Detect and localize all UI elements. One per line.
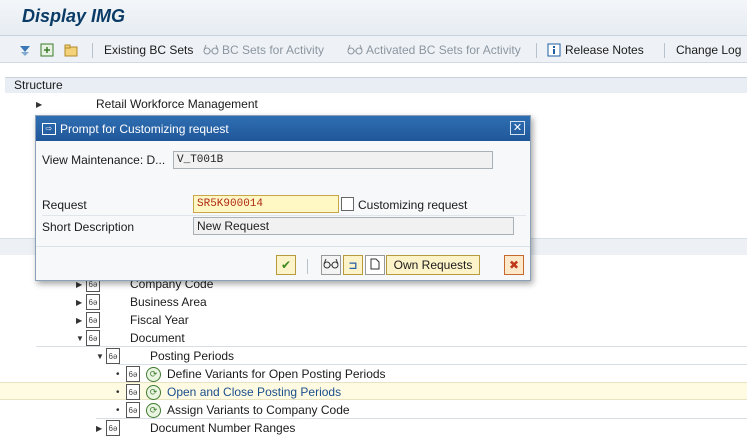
- existing-bc-sets-label: Existing BC Sets: [104, 43, 194, 57]
- save-icon: ⊐: [348, 259, 358, 272]
- expand-arrow-icon: ▶: [96, 423, 103, 433]
- expand-arrow-icon: ▶: [36, 99, 43, 109]
- expand-arrow-icon: ▶: [76, 297, 83, 307]
- execute-clock-icon[interactable]: ⟳: [146, 384, 161, 400]
- node-document-icon: 6ə: [126, 384, 140, 400]
- tree-node-label: Document Number Ranges: [150, 421, 296, 435]
- bullet-icon: •: [116, 368, 120, 380]
- collapse-arrow-icon: ▼: [96, 351, 104, 361]
- save-request-button[interactable]: ⊐: [343, 255, 363, 275]
- tree-node-document[interactable]: ▼ 6ə Document: [76, 329, 185, 347]
- tree-activity-define-variants[interactable]: • 6ə ⟳ Define Variants for Open Posting …: [116, 365, 386, 383]
- dialog-row-divider: [42, 215, 526, 216]
- tree-node-label: Business Area: [130, 295, 207, 309]
- bc-sets-for-activity-label: BC Sets for Activity: [222, 43, 325, 57]
- copy-request-icon[interactable]: [341, 197, 354, 211]
- activated-bc-sets-label: Activated BC Sets for Activity: [366, 43, 521, 57]
- release-notes-label: Release Notes: [565, 43, 644, 57]
- find-button[interactable]: [39, 41, 58, 59]
- tree-node-retail-workforce[interactable]: ▶ Retail Workforce Management: [36, 95, 258, 113]
- request-label: Request: [42, 198, 87, 212]
- collapse-arrow-icon: ▼: [76, 333, 84, 343]
- node-document-icon: 6ə: [126, 402, 140, 418]
- node-document-icon: 6ə: [106, 420, 120, 436]
- change-log-label: Change Log: [676, 43, 742, 57]
- continue-button[interactable]: ✔: [276, 255, 296, 275]
- toolbar-separator: [664, 43, 665, 58]
- node-document-icon: 6ə: [86, 294, 100, 310]
- activated-bc-sets-button[interactable]: Activated BC Sets for Activity: [347, 41, 521, 59]
- tree-node-label: Document: [130, 331, 185, 345]
- structure-header: Structure: [5, 77, 747, 93]
- tree-node-label: Retail Workforce Management: [96, 97, 258, 111]
- existing-bc-sets-button[interactable]: Existing BC Sets: [104, 41, 193, 59]
- expand-arrow-icon: ▶: [76, 315, 83, 325]
- activity-label: Open and Close Posting Periods: [167, 385, 342, 399]
- execute-clock-icon[interactable]: ⟳: [146, 402, 161, 418]
- tree-activity-open-close-periods[interactable]: • 6ə ⟳ Open and Close Posting Periods: [116, 383, 341, 401]
- short-description-field[interactable]: New Request: [193, 217, 514, 235]
- folder-icon: [63, 42, 79, 58]
- node-document-icon: 6ə: [86, 312, 100, 328]
- toolbar-separator: [536, 43, 537, 58]
- cancel-icon: ✖: [508, 258, 520, 272]
- check-icon: ✔: [280, 258, 292, 272]
- node-document-icon: 6ə: [126, 366, 140, 382]
- own-requests-label: Own Requests: [393, 258, 473, 272]
- tree-node-posting-periods[interactable]: ▼ 6ə Posting Periods: [96, 347, 234, 365]
- create-request-button[interactable]: [365, 255, 385, 275]
- new-document-icon: [370, 258, 380, 273]
- toolbar-separator: [92, 43, 93, 58]
- view-maintenance-field: V_T001B: [173, 151, 493, 169]
- dialog-footer-divider: [36, 246, 530, 247]
- glasses-icon: [347, 42, 363, 58]
- bullet-icon: •: [116, 404, 120, 416]
- application-toolbar: Existing BC Sets BC Sets for Activity Ac…: [0, 36, 747, 63]
- request-input[interactable]: SR5K900014: [193, 195, 339, 213]
- bullet-icon: •: [116, 386, 120, 398]
- execute-clock-icon[interactable]: ⟳: [146, 366, 161, 382]
- dialog-title-bar: ⇨ Prompt for Customizing request: [36, 116, 530, 141]
- info-icon: [546, 42, 562, 58]
- customizing-request-dialog: ⇨ Prompt for Customizing request ✕ View …: [35, 115, 531, 281]
- release-notes-button[interactable]: Release Notes: [546, 41, 644, 59]
- short-description-label: Short Description: [42, 220, 135, 234]
- own-requests-button[interactable]: Own Requests: [386, 255, 480, 275]
- activity-label: Define Variants for Open Posting Periods: [167, 367, 386, 381]
- expand-all-icon: [17, 42, 33, 58]
- dialog-window-icon: ⇨: [42, 122, 56, 135]
- selected-row-highlight: [0, 382, 747, 400]
- documentation-button[interactable]: [63, 41, 82, 59]
- tree-node-label: Posting Periods: [150, 349, 235, 363]
- tree-node-document-number-ranges[interactable]: ▶ 6ə Document Number Ranges: [96, 419, 295, 437]
- glasses-icon: [323, 258, 339, 273]
- tree-node-label: Fiscal Year: [130, 313, 189, 327]
- expand-tree-button[interactable]: [17, 41, 36, 59]
- bc-sets-for-activity-button[interactable]: BC Sets for Activity: [203, 41, 324, 59]
- close-icon[interactable]: ✕: [510, 121, 525, 135]
- tree-activity-assign-variants[interactable]: • 6ə ⟳ Assign Variants to Company Code: [116, 401, 350, 419]
- cancel-button[interactable]: ✖: [504, 255, 524, 275]
- node-document-icon: 6ə: [86, 330, 100, 346]
- tree-node-business-area[interactable]: ▶ 6ə Business Area: [76, 293, 207, 311]
- toolbar-separator: [307, 259, 308, 274]
- change-log-button[interactable]: Change Log: [676, 41, 741, 59]
- window-title: Display IMG: [22, 6, 126, 26]
- find-icon: [39, 42, 55, 58]
- bc-set-button[interactable]: [321, 255, 341, 275]
- title-bar: Display IMG: [0, 0, 747, 36]
- glasses-icon: [203, 42, 219, 58]
- tree-node-fiscal-year[interactable]: ▶ 6ə Fiscal Year: [76, 311, 189, 329]
- view-maintenance-label: View Maintenance: D...: [42, 153, 166, 167]
- node-document-icon: 6ə: [106, 348, 120, 364]
- dialog-title: Prompt for Customizing request: [60, 121, 229, 136]
- customizing-request-label: Customizing request: [358, 198, 468, 212]
- activity-label: Assign Variants to Company Code: [167, 403, 350, 417]
